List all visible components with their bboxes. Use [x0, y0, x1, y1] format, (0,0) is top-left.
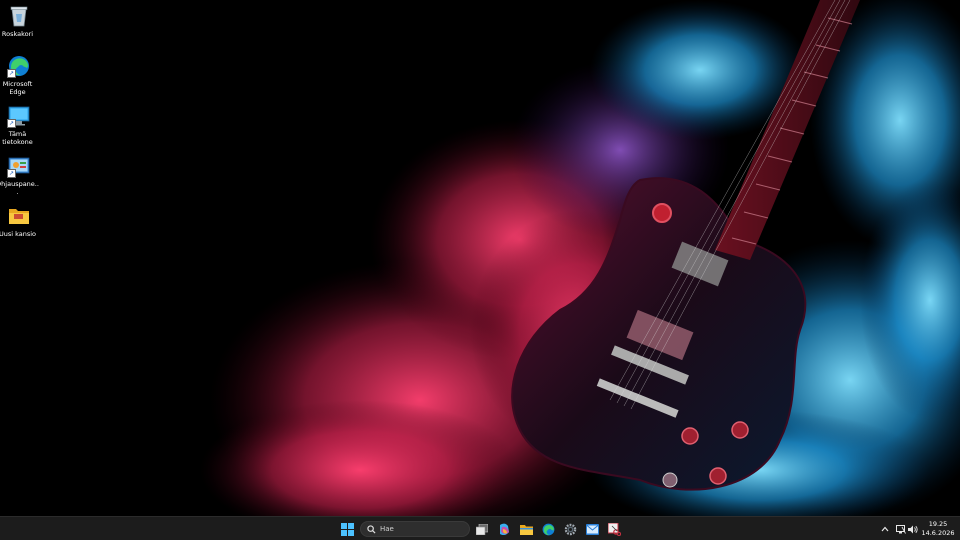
shortcut-arrow-icon: ↗	[7, 169, 16, 178]
edge-icon: ↗	[7, 54, 31, 78]
desktop-icon-control-panel[interactable]: ↗ Ohjauspane...	[0, 154, 39, 196]
file-explorer-button[interactable]	[517, 520, 535, 538]
start-icon	[340, 522, 354, 536]
clock-time: 19.25	[928, 520, 948, 528]
copilot-icon	[499, 523, 509, 535]
shortcut-arrow-icon: ↗	[7, 119, 16, 128]
desktop-icon-label: Roskakori	[1, 30, 34, 38]
folder-icon	[7, 204, 31, 228]
wallpaper-image	[0, 0, 960, 516]
recycle-bin-icon	[7, 4, 31, 28]
snipping-tool-icon	[607, 522, 621, 536]
edge-taskbar-button[interactable]	[539, 520, 557, 538]
control-panel-icon: ↗	[7, 154, 31, 178]
search-placeholder: Hae	[380, 525, 394, 533]
desktop-icon-label: Tämä tietokone	[2, 130, 33, 146]
chevron-up-icon	[881, 526, 889, 532]
shortcut-arrow-icon: ↗	[7, 69, 16, 78]
task-view-button[interactable]	[473, 520, 491, 538]
desktop-icon-edge[interactable]: ↗ Microsoft Edge	[0, 54, 38, 96]
this-pc-icon: ↗	[7, 104, 31, 128]
settings-icon	[564, 523, 576, 535]
settings-button[interactable]	[561, 520, 579, 538]
desktop-icon-recycle-bin[interactable]: Roskakori	[0, 4, 38, 38]
file-explorer-icon	[519, 524, 533, 535]
desktop-icon-this-pc[interactable]: ↗ Tämä tietokone	[0, 104, 38, 146]
clock-button[interactable]: 19.25 14.6.2026	[918, 520, 958, 538]
desktop-icon-new-folder[interactable]: Uusi kansio	[0, 204, 38, 238]
edge-icon	[542, 523, 554, 535]
taskbar: Hae 19.25 14.6.2026	[0, 516, 960, 540]
taskbar-search-box[interactable]: Hae	[360, 521, 470, 537]
mail-icon	[585, 523, 599, 535]
show-hidden-icons-button[interactable]	[878, 517, 892, 540]
mail-button[interactable]	[583, 520, 601, 538]
desktop-icon-label: Ohjauspane...	[0, 180, 39, 196]
start-button[interactable]	[338, 520, 356, 538]
clock-date: 14.6.2026	[921, 529, 955, 537]
desktop[interactable]: Roskakori ↗ Microsoft Edge ↗ Tämä tietok…	[0, 0, 960, 540]
search-icon	[367, 524, 376, 534]
snipping-tool-button[interactable]	[605, 520, 623, 538]
copilot-button[interactable]	[495, 520, 513, 538]
task-view-icon	[476, 523, 488, 535]
speaker-icon	[908, 525, 918, 533]
desktop-icon-label: Uusi kansio	[0, 230, 37, 238]
network-icon	[896, 524, 906, 534]
desktop-icon-label: Microsoft Edge	[2, 80, 33, 96]
